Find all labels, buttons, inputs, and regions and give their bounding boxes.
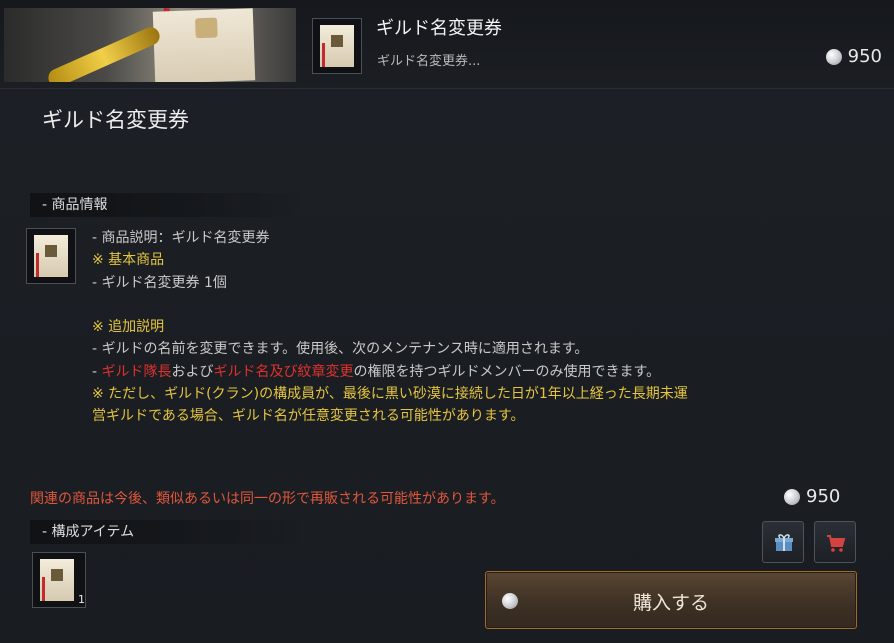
description-line: - ギルド隊長およびギルド名及び紋章変更の権限を持つギルドメンバーのみ使用できま… xyxy=(92,361,882,383)
description-line xyxy=(92,294,882,316)
certificate-icon xyxy=(40,559,74,601)
gold-quill xyxy=(45,24,163,82)
product-info-section-label: - 商品情報 xyxy=(30,193,302,217)
header-item-title: ギルド名変更券 xyxy=(376,18,502,39)
pearl-icon xyxy=(825,49,842,65)
resale-notice: 関連の商品は今後、類似あるいは同一の形で再販される可能性があります。 xyxy=(30,491,505,507)
item-header: ギルド名変更券 ギルド名変更券... 950 xyxy=(0,0,894,89)
gift-button[interactable] xyxy=(762,521,804,563)
item-banner-image xyxy=(4,8,296,82)
components-section-label: - 構成アイテム xyxy=(30,520,302,544)
description-segment: ※ 追加説明 xyxy=(92,319,165,336)
description-line: - ギルドの名前を変更できます。使用後、次のメンテナンス時に適用されます。 xyxy=(92,338,882,360)
description-segment: - 商品説明：ギルド名変更券 xyxy=(92,230,270,246)
component-item-quantity: 1 xyxy=(78,593,85,606)
certificate-paper xyxy=(152,8,256,82)
buy-button-label: 購入する xyxy=(632,592,709,614)
buy-button[interactable]: 購入する xyxy=(485,571,857,629)
total-price: 950 xyxy=(784,486,840,507)
certificate-stamp xyxy=(45,245,57,257)
certificate-stamp xyxy=(51,569,63,581)
certificate-ribbon xyxy=(42,577,45,601)
description-segment: ギルド隊長 xyxy=(101,363,172,380)
description-line: ※ ただし、ギルド(クラン)の構成員が、最後に黒い砂漠に接続した日が1年以上経っ… xyxy=(92,383,882,405)
page-title: ギルド名変更券 xyxy=(42,108,189,132)
certificate-ribbon xyxy=(322,43,325,67)
description-line: ※ 基本商品 xyxy=(92,249,882,271)
product-description: - 商品説明：ギルド名変更券 ※ 基本商品 - ギルド名変更券 1個 ※ 追加説明 -… xyxy=(92,227,882,428)
certificate-ribbon xyxy=(36,253,39,277)
header-item-icon xyxy=(312,18,362,74)
description-line: 営ギルドである場合、ギルド名が任意変更される可能性があります。 xyxy=(92,405,882,427)
certificate-icon xyxy=(320,25,354,67)
description-segment: ※ ただし、ギルド(クラン)の構成員が、最後に黒い砂漠に接続した日が1年以上経っ… xyxy=(92,386,688,403)
header-item-subtitle: ギルド名変更券... xyxy=(377,54,481,69)
product-info-item-icon xyxy=(26,228,76,284)
description-segment: 営ギルドである場合、ギルド名が任意変更される可能性があります。 xyxy=(92,408,525,425)
description-segment: ※ 基本商品 xyxy=(92,252,165,269)
description-segment: の権限を持つギルドメンバーのみ使用できます。 xyxy=(353,363,661,380)
description-line: ※ 追加説明 xyxy=(92,316,882,338)
description-line: - ギルド名変更券 1個 xyxy=(92,272,882,294)
header-price-value: 950 xyxy=(847,46,882,67)
cart-icon xyxy=(827,535,846,552)
description-segment: - ギルドの名前を変更できます。使用後、次のメンテナンス時に適用されます。 xyxy=(92,341,589,358)
header-price: 950 xyxy=(825,46,882,67)
item-detail-panel: ギルド名変更券 ギルド名変更券... 950 ギルド名変更券 - 商品情報 - … xyxy=(0,0,894,643)
total-price-value: 950 xyxy=(806,486,841,507)
description-line: - 商品説明：ギルド名変更券 xyxy=(92,227,882,249)
cart-button[interactable] xyxy=(814,521,856,563)
gift-icon xyxy=(775,534,793,551)
description-segment: - xyxy=(92,363,102,380)
description-segment: および xyxy=(171,363,214,380)
seal-emblem xyxy=(195,17,218,39)
certificate-icon xyxy=(34,235,68,277)
pearl-icon xyxy=(784,489,800,505)
certificate-stamp xyxy=(331,35,343,47)
description-segment: - ギルド名変更券 1個 xyxy=(92,274,227,291)
description-segment: ギルド名及び紋章変更 xyxy=(213,363,354,380)
